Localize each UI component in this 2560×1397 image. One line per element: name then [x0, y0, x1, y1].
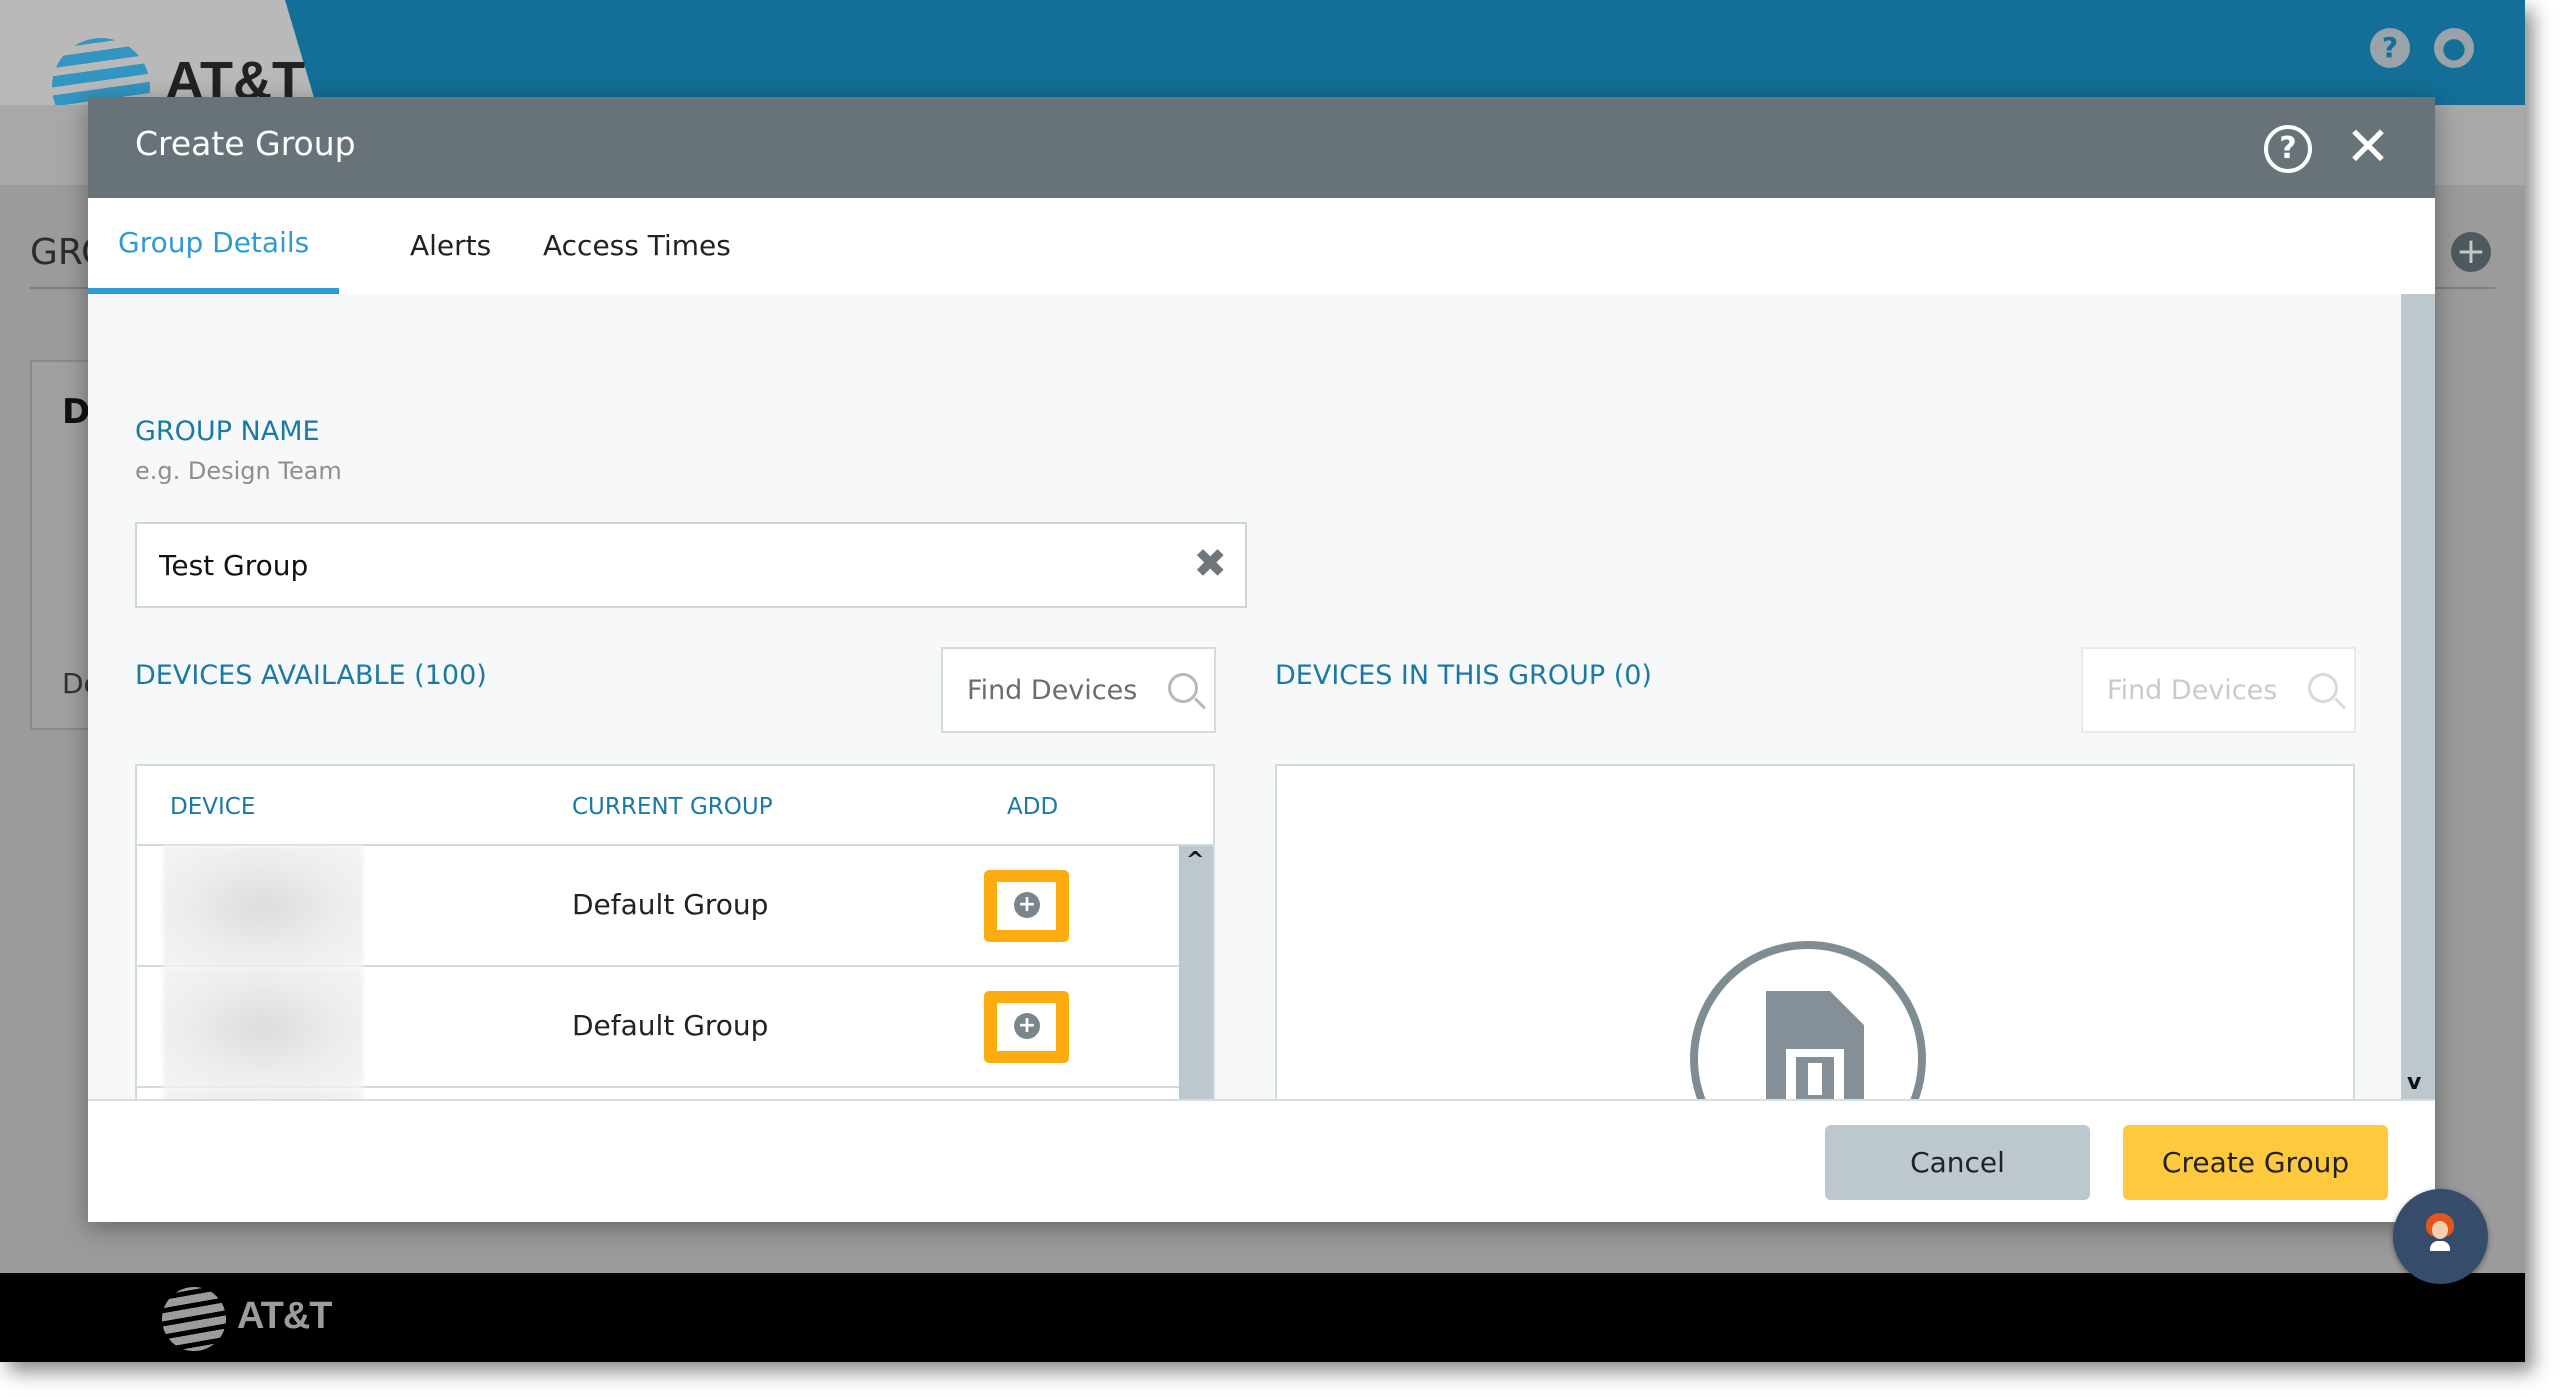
- column-header-add: ADD: [1007, 794, 1059, 820]
- app-header: AT&T ? ●: [0, 0, 2525, 185]
- add-circle-icon: +: [1014, 892, 1040, 918]
- scroll-up-icon[interactable]: ^: [1186, 848, 1204, 873]
- modal-help-icon[interactable]: ?: [2264, 125, 2312, 173]
- group-name-field[interactable]: ✖: [135, 522, 1247, 608]
- find-available-devices-field[interactable]: [941, 647, 1216, 733]
- add-device-button[interactable]: +: [984, 870, 1069, 942]
- table-row: Default Group +: [137, 846, 1181, 967]
- assistant-avatar-icon: [2426, 1213, 2454, 1251]
- app-footer: AT&T: [0, 1273, 2525, 1362]
- modal-body-scrollbar[interactable]: v: [2401, 294, 2435, 1099]
- sim-card-icon: [1690, 941, 1926, 1099]
- user-account-icon[interactable]: ●: [2434, 28, 2474, 68]
- table-scrollbar[interactable]: ^: [1179, 846, 1213, 1099]
- modal-footer: Cancel Create Group: [88, 1099, 2435, 1222]
- create-group-button[interactable]: Create Group: [2123, 1125, 2388, 1200]
- devices-in-group-label: DEVICES IN THIS GROUP (0): [1275, 660, 1652, 691]
- sim-card-shape: [1766, 991, 1864, 1099]
- cancel-button[interactable]: Cancel: [1825, 1125, 2090, 1200]
- tab-access-times[interactable]: Access Times: [513, 198, 761, 294]
- close-icon[interactable]: ✕: [2344, 119, 2392, 175]
- current-group-cell: Default Group: [572, 888, 769, 921]
- add-circle-icon: +: [1014, 1013, 1040, 1039]
- group-name-input[interactable]: [159, 524, 1159, 606]
- clear-input-icon[interactable]: ✖: [1193, 544, 1227, 584]
- available-devices-table: DEVICE CURRENT GROUP ADD Default Group +…: [135, 764, 1215, 1099]
- scroll-down-icon[interactable]: v: [2407, 1070, 2421, 1095]
- search-icon[interactable]: [2308, 673, 2338, 703]
- table-header: DEVICE CURRENT GROUP ADD: [137, 766, 1213, 846]
- add-device-button[interactable]: +: [984, 991, 1069, 1063]
- table-row: Default Group +: [137, 1088, 1181, 1099]
- column-header-current-group: CURRENT GROUP: [572, 794, 773, 820]
- group-name-label: GROUP NAME: [135, 416, 320, 447]
- current-group-cell: Default Group: [572, 1009, 769, 1042]
- modal-body: GROUP NAME e.g. Design Team ✖ DEVICES AV…: [88, 294, 2401, 1099]
- tab-group-details[interactable]: Group Details: [88, 198, 340, 294]
- footer-brand-text: AT&T: [237, 1295, 332, 1337]
- find-available-devices-input[interactable]: [967, 649, 1167, 731]
- modal-title-bar: Create Group ? ✕: [88, 97, 2435, 198]
- device-name-redacted: [163, 967, 363, 1088]
- group-name-hint: e.g. Design Team: [135, 457, 342, 485]
- footer-globe-logo-icon: [162, 1287, 226, 1351]
- device-name-redacted: [163, 846, 363, 967]
- find-group-devices-input[interactable]: [2107, 649, 2307, 731]
- create-group-modal: Create Group ? ✕ Group Details Alerts Ac…: [88, 97, 2435, 1222]
- sim-chip: [1786, 1049, 1844, 1099]
- search-icon[interactable]: [1168, 673, 1198, 703]
- table-row: Default Group +: [137, 967, 1181, 1088]
- group-devices-list: [1275, 764, 2355, 1099]
- modal-tabs: Group Details Alerts Access Times: [88, 198, 2435, 294]
- help-icon[interactable]: ?: [2370, 28, 2410, 68]
- background-card-title: D: [62, 392, 91, 432]
- device-name-redacted: [163, 1088, 363, 1099]
- find-group-devices-field[interactable]: [2081, 647, 2356, 733]
- devices-available-label: DEVICES AVAILABLE (100): [135, 660, 487, 691]
- background-add-icon: +: [2451, 232, 2491, 272]
- modal-title: Create Group: [135, 124, 356, 163]
- chat-assistant-button[interactable]: [2393, 1189, 2488, 1284]
- tab-alerts[interactable]: Alerts: [380, 198, 521, 294]
- column-header-device: DEVICE: [170, 794, 256, 820]
